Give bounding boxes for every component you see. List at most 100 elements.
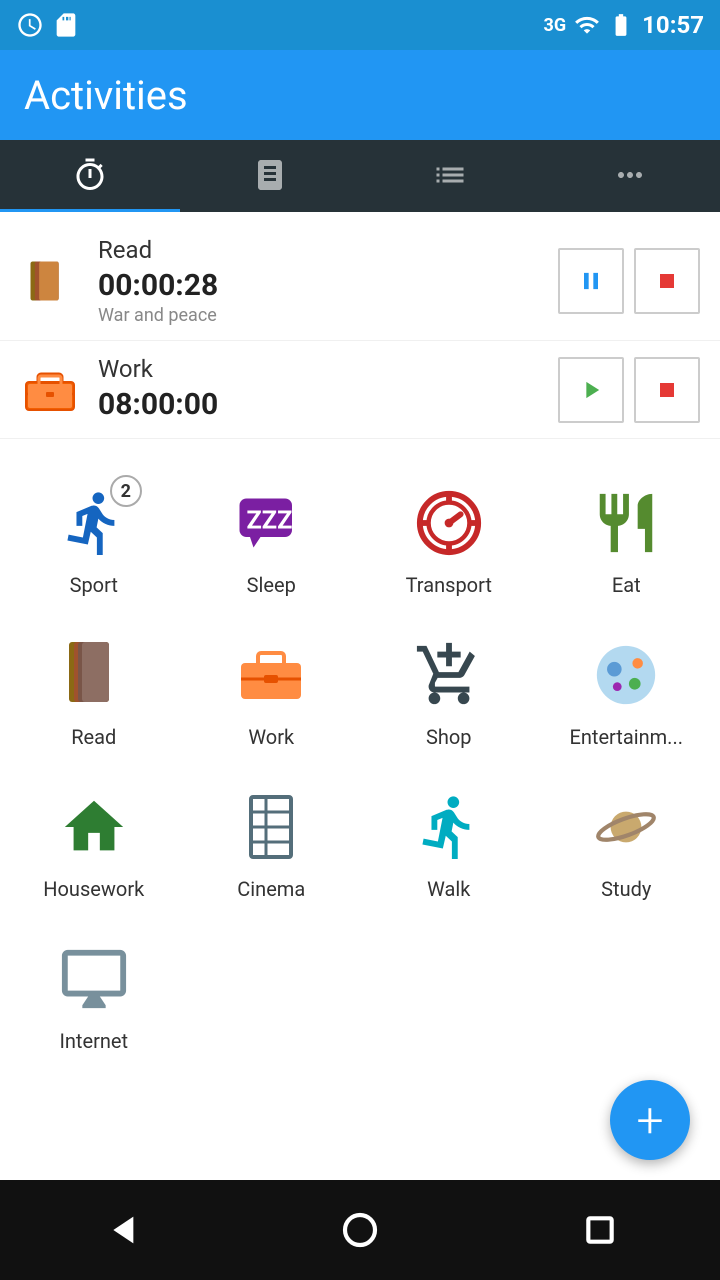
tab-book[interactable] (180, 140, 360, 212)
read-stop-button[interactable] (634, 248, 700, 314)
activity-study[interactable]: Study (543, 773, 711, 915)
battery-icon (608, 12, 634, 38)
recents-icon (580, 1210, 620, 1250)
network-label: 3G (544, 15, 567, 36)
entertainment-label: Entertainm... (569, 725, 683, 749)
tab-list[interactable] (360, 140, 540, 212)
tab-more[interactable] (540, 140, 720, 212)
read-timer-name: Read (98, 236, 558, 264)
activities-grid: 2 Sport ZZZ Sleep (0, 449, 720, 1087)
more-icon (612, 157, 648, 193)
study-label: Study (601, 877, 651, 901)
timers-section: Read 00:00:28 War and peace (0, 212, 720, 449)
book-activity-icon (24, 255, 76, 307)
work-stop-button[interactable] (634, 357, 700, 423)
work-timer-controls (558, 357, 700, 423)
housework-icon-wrap (54, 787, 134, 867)
internet-icon (59, 944, 129, 1014)
recents-button[interactable] (570, 1200, 630, 1260)
eat-icon (591, 488, 661, 558)
activity-transport[interactable]: Transport (365, 469, 533, 611)
status-right-icons: 3G 10:57 (544, 11, 704, 39)
housework-label: Housework (43, 877, 144, 901)
sdcard-icon (52, 11, 80, 39)
status-left-icons (16, 11, 80, 39)
sport-icon-wrap: 2 (54, 483, 134, 563)
entertainment-icon-wrap (586, 635, 666, 715)
sport-label: Sport (70, 573, 118, 597)
list-icon (432, 157, 468, 193)
activity-sleep[interactable]: ZZZ Sleep (188, 469, 356, 611)
read-timer-controls (558, 248, 700, 314)
briefcase-icon (24, 368, 76, 412)
activity-eat[interactable]: Eat (543, 469, 711, 611)
status-bar: 3G 10:57 (0, 0, 720, 50)
cinema-icon-wrap (231, 787, 311, 867)
read-timer-info: Read 00:00:28 War and peace (98, 236, 558, 326)
transport-icon-wrap (409, 483, 489, 563)
activity-shop[interactable]: Shop (365, 621, 533, 763)
transport-icon (414, 488, 484, 558)
work-play-button[interactable] (558, 357, 624, 423)
read-pause-button[interactable] (558, 248, 624, 314)
activity-sport[interactable]: 2 Sport (10, 469, 178, 611)
sleep-icon-wrap: ZZZ (231, 483, 311, 563)
eat-label: Eat (612, 573, 641, 597)
activity-read[interactable]: Read (10, 621, 178, 763)
read-timer-subtitle: War and peace (98, 305, 558, 326)
work-timer-name: Work (98, 355, 558, 383)
walk-icon (414, 792, 484, 862)
back-button[interactable] (90, 1200, 150, 1260)
work-icon (236, 645, 306, 705)
sleep-label: Sleep (247, 573, 296, 597)
activity-work[interactable]: Work (188, 621, 356, 763)
pause-icon (577, 267, 605, 295)
read-timer-time: 00:00:28 (98, 268, 558, 303)
clock-icon (16, 11, 44, 39)
entertainment-icon (591, 640, 661, 710)
read-timer-row: Read 00:00:28 War and peace (0, 222, 720, 341)
read-icon-wrap (54, 635, 134, 715)
study-icon-wrap (586, 787, 666, 867)
timer-icon (72, 157, 108, 193)
housework-icon (59, 792, 129, 862)
work-icon-wrap (231, 635, 311, 715)
back-icon (100, 1210, 140, 1250)
read-timer-icon (20, 251, 80, 311)
walk-icon-wrap (409, 787, 489, 867)
tab-timer[interactable] (0, 140, 180, 212)
stop-icon (653, 267, 681, 295)
activity-walk[interactable]: Walk (365, 773, 533, 915)
work-label: Work (248, 725, 294, 749)
signal-icon (574, 12, 600, 38)
shop-icon-wrap (409, 635, 489, 715)
bottom-nav (0, 1180, 720, 1280)
transport-label: Transport (406, 573, 492, 597)
internet-icon-wrap (54, 939, 134, 1019)
study-icon (591, 792, 661, 862)
read-icon (64, 640, 124, 710)
eat-icon-wrap (586, 483, 666, 563)
activity-internet[interactable]: Internet (10, 925, 178, 1067)
home-icon (340, 1210, 380, 1250)
time-label: 10:57 (642, 11, 704, 39)
work-timer-time: 08:00:00 (98, 387, 558, 422)
work-timer-icon (20, 360, 80, 420)
home-button[interactable] (330, 1200, 390, 1260)
tab-bar (0, 140, 720, 212)
sport-badge: 2 (110, 475, 142, 507)
add-activity-button[interactable]: + (610, 1080, 690, 1160)
work-timer-row: Work 08:00:00 (0, 341, 720, 439)
work-timer-info: Work 08:00:00 (98, 355, 558, 424)
app-title: Activities (24, 72, 188, 119)
shop-icon (414, 640, 484, 710)
play-icon (577, 376, 605, 404)
stop-icon-2 (653, 376, 681, 404)
walk-label: Walk (427, 877, 470, 901)
internet-label: Internet (59, 1029, 128, 1053)
activity-entertainment[interactable]: Entertainm... (543, 621, 711, 763)
read-label: Read (71, 725, 116, 749)
activity-cinema[interactable]: Cinema (188, 773, 356, 915)
fab-icon: + (636, 1092, 663, 1149)
activity-housework[interactable]: Housework (10, 773, 178, 915)
